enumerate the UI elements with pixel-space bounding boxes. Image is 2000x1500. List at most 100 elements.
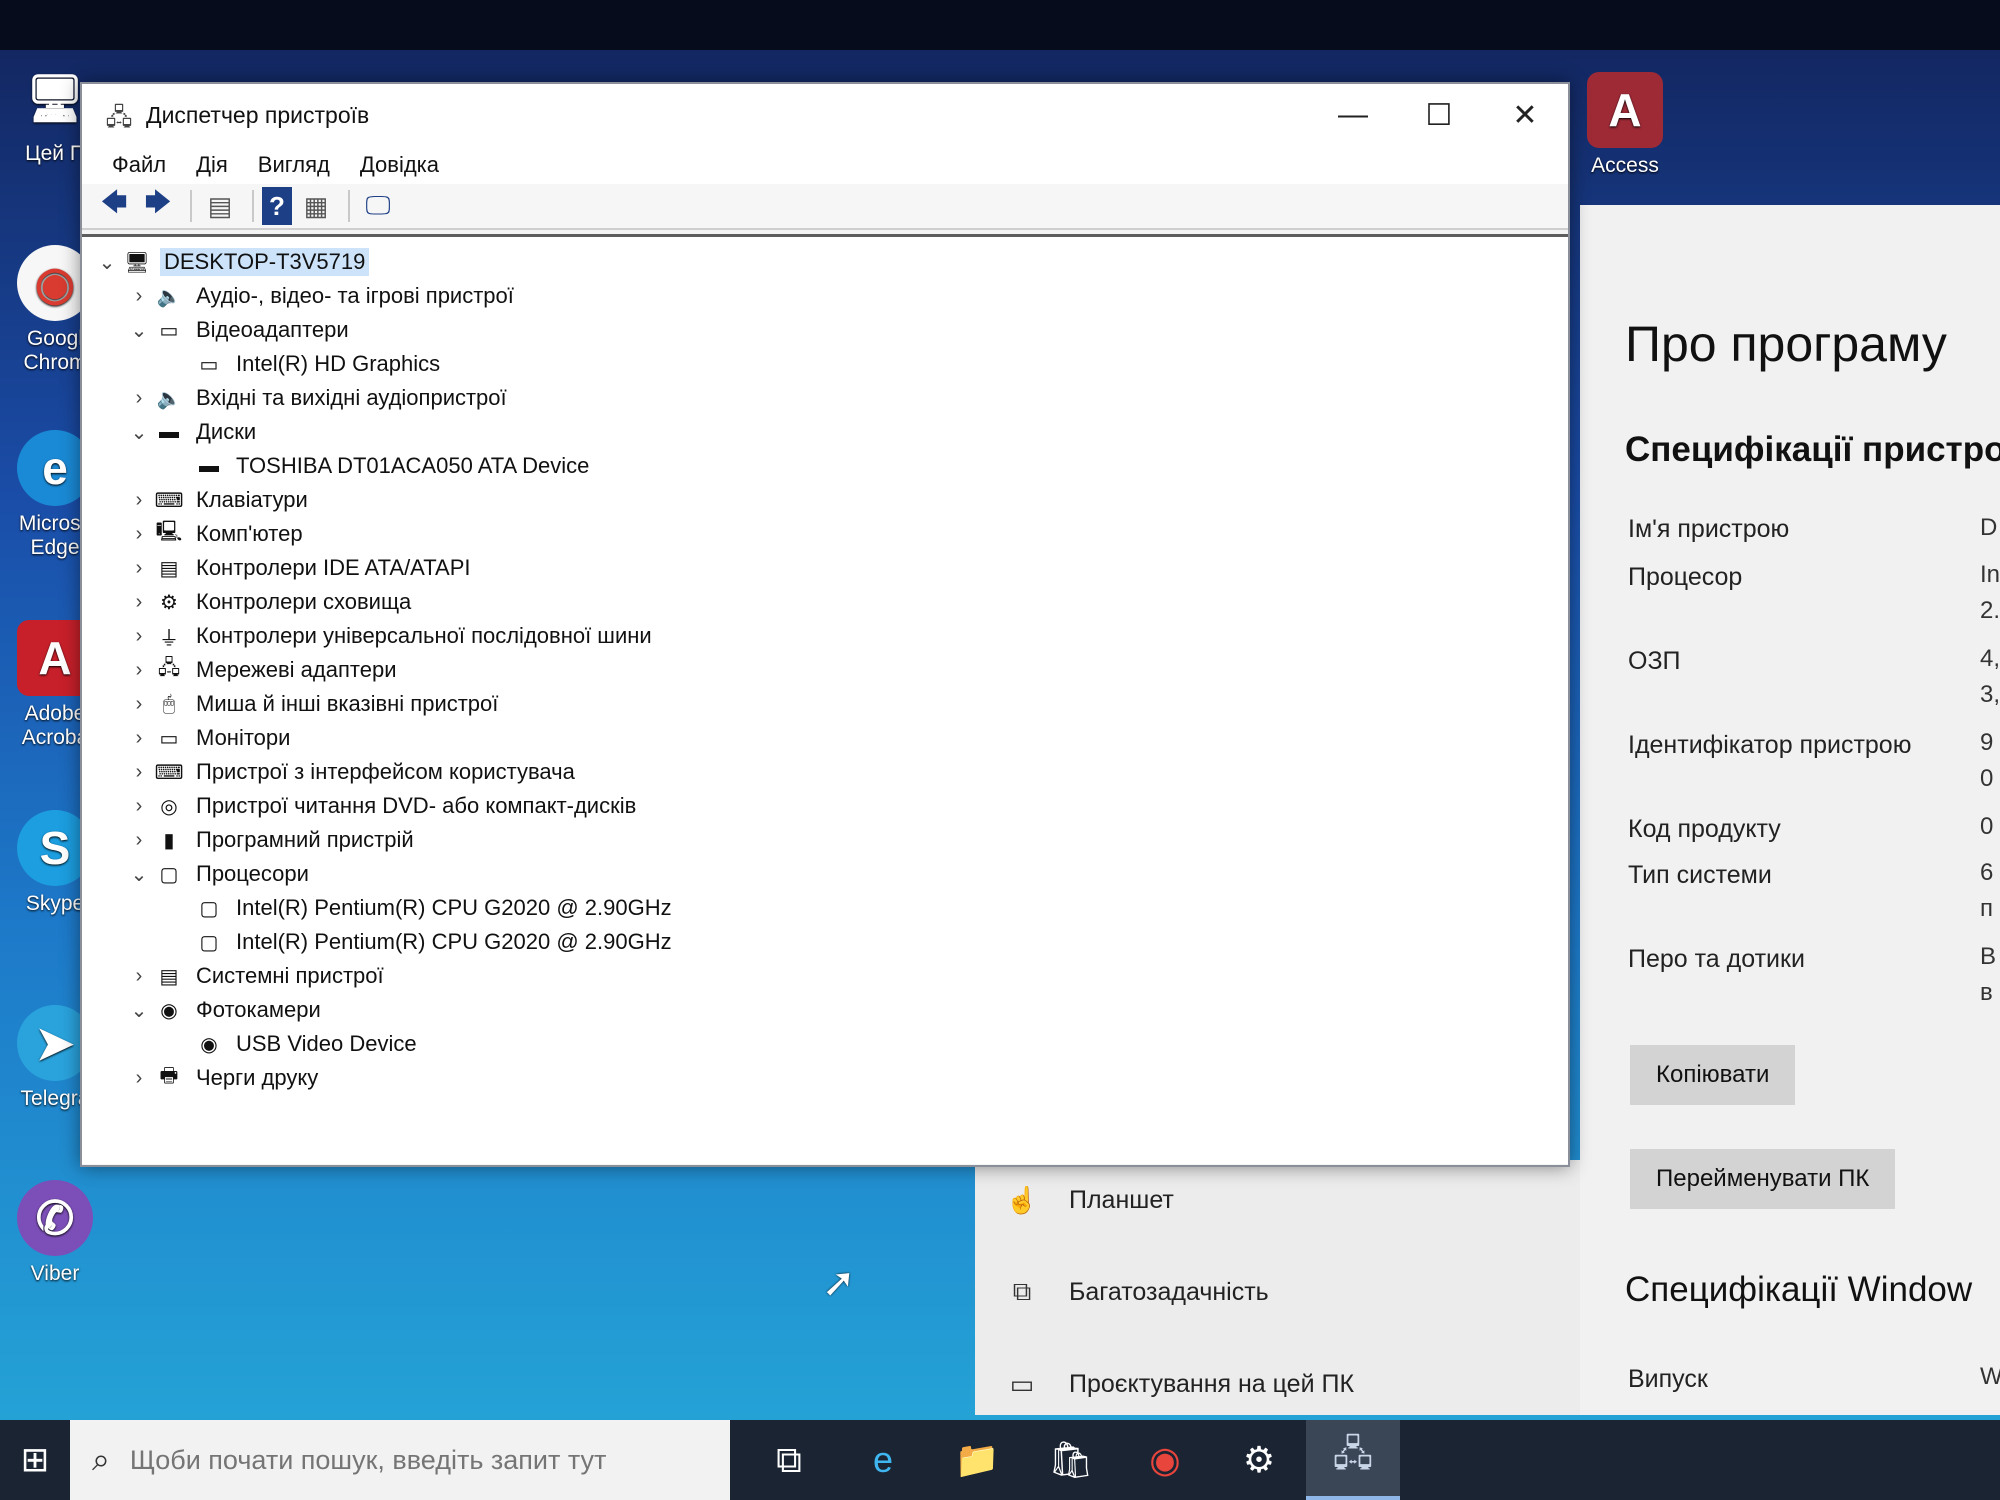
tree-category[interactable]: › ⌨ Клавіатури: [82, 483, 1568, 517]
menu-action[interactable]: Дія: [196, 152, 228, 178]
expand-chevron-icon[interactable]: ›: [128, 829, 150, 852]
title-bar[interactable]: 🖧 Диспетчер пристроїв — ☐ ✕: [82, 84, 1568, 146]
task-view-icon[interactable]: ⧉: [742, 1420, 836, 1500]
expand-chevron-icon[interactable]: ›: [128, 591, 150, 614]
tree-category[interactable]: ⌄ ▢ Процесори: [82, 857, 1568, 891]
mouse-cursor-icon: ➚: [822, 1261, 856, 1305]
expand-chevron-icon[interactable]: ›: [128, 795, 150, 818]
back-arrow-icon[interactable]: 🡄: [94, 187, 134, 225]
device-category-icon: 🖥: [124, 251, 150, 274]
tree-category[interactable]: ⌄ ▭ Відеоадаптери: [82, 313, 1568, 347]
tree-category[interactable]: › ⚙ Контролери сховища: [82, 585, 1568, 619]
spec-value-product-id: 0: [1980, 813, 1994, 840]
tree-category[interactable]: › ▭ Монітори: [82, 721, 1568, 755]
device-tree[interactable]: ⌄ 🖥 DESKTOP-T3V5719 › 🔈 Аудіо-, відео- та ігр…: [82, 234, 1568, 1164]
nav-item-label: Багатозадачність: [1069, 1277, 1269, 1306]
collapse-chevron-icon[interactable]: ⌄: [128, 420, 150, 445]
toolbar-separator: [348, 190, 350, 222]
expand-chevron-icon[interactable]: ›: [128, 387, 150, 410]
minimize-button[interactable]: —: [1310, 84, 1396, 146]
windows-start-icon[interactable]: ⊞: [0, 1420, 70, 1500]
tree-category[interactable]: › 🖱 Миша й інші вказівні пристрої: [82, 687, 1568, 721]
tree-category[interactable]: ⌄ ▬ Диски: [82, 415, 1568, 449]
tree-node-label: Процесори: [196, 861, 309, 886]
tree-device[interactable]: ◉ USB Video Device: [82, 1027, 1568, 1061]
device-manager-icon[interactable]: 🖧: [1306, 1420, 1400, 1500]
menu-view[interactable]: Вигляд: [258, 152, 330, 178]
expand-chevron-icon[interactable]: ›: [128, 285, 150, 308]
expand-chevron-icon[interactable]: ›: [128, 761, 150, 784]
chrome-icon[interactable]: ◉: [1118, 1420, 1212, 1500]
device-category-icon: 🔈: [156, 387, 182, 410]
tree-category[interactable]: › ◎ Пристрої читання DVD- або компакт-диск…: [82, 789, 1568, 823]
device-category-icon: ▢: [199, 897, 219, 920]
tree-category[interactable]: › 🖧 Мережеві адаптери: [82, 653, 1568, 687]
device-manager-window: 🖧 Диспетчер пристроїв — ☐ ✕ Файл Дія Виг…: [80, 82, 1570, 1167]
tree-device[interactable]: ▢ Intel(R) Pentium(R) CPU G2020 @ 2.90GHz: [82, 891, 1568, 925]
tree-root[interactable]: ⌄ 🖥 DESKTOP-T3V5719: [82, 245, 1568, 279]
rename-pc-button[interactable]: Перейменувати ПК: [1630, 1149, 1896, 1209]
nav-item-tablet[interactable]: ☝ Планшет: [1005, 1180, 1174, 1220]
tree-category[interactable]: › ▮ Програмний пристрій: [82, 823, 1568, 857]
collapse-chevron-icon[interactable]: ⌄: [128, 998, 150, 1023]
expand-chevron-icon[interactable]: ›: [128, 659, 150, 682]
expand-chevron-icon[interactable]: ›: [128, 1067, 150, 1090]
view-icon[interactable]: ▦: [296, 187, 336, 225]
tree-category[interactable]: ⌄ ◉ Фотокамери: [82, 993, 1568, 1027]
tree-category[interactable]: › ▤ Контролери IDE ATA/ATAPI: [82, 551, 1568, 585]
tree-category[interactable]: › 🖶 Черги друку: [82, 1061, 1568, 1095]
tree-node-label: Фотокамери: [196, 997, 321, 1022]
tree-category[interactable]: › ⌨ Пристрої з інтерфейсом користувача: [82, 755, 1568, 789]
desktop-icon-access[interactable]: A Access: [1570, 72, 1680, 178]
menu-help[interactable]: Довідка: [360, 152, 439, 178]
menu-file[interactable]: Файл: [112, 152, 166, 178]
collapse-chevron-icon[interactable]: ⌄: [128, 862, 150, 887]
expand-chevron-icon[interactable]: ›: [128, 557, 150, 580]
expand-chevron-icon[interactable]: ›: [128, 489, 150, 512]
tree-category[interactable]: › ⏚ Контролери універсальної послідовної ш…: [82, 619, 1568, 653]
expand-chevron-icon[interactable]: ›: [128, 727, 150, 750]
tree-device[interactable]: ▬ TOSHIBA DT01ACA050 ATA Device: [82, 449, 1568, 483]
tree-category[interactable]: › 🔈 Вхідні та вихідні аудіопристрої: [82, 381, 1568, 415]
desktop-icon-viber[interactable]: ✆ Viber: [0, 1180, 110, 1286]
copy-button[interactable]: Копіювати: [1630, 1045, 1796, 1105]
collapse-chevron-icon[interactable]: ⌄: [96, 250, 118, 275]
device-category-icon: ⏚: [159, 627, 179, 650]
help-icon[interactable]: ?: [262, 187, 292, 225]
expand-chevron-icon[interactable]: ›: [128, 693, 150, 716]
expand-chevron-icon[interactable]: ›: [128, 965, 150, 988]
tree-node-label: Контролери сховища: [196, 589, 412, 614]
tree-category[interactable]: › 🔈 Аудіо-, відео- та ігрові пристрої: [82, 279, 1568, 313]
search-input[interactable]: [129, 1444, 670, 1476]
taskbar-search[interactable]: ⌕: [70, 1420, 730, 1500]
forward-arrow-icon[interactable]: 🡆: [138, 187, 178, 225]
tablet-icon: ☝: [1005, 1184, 1039, 1215]
tree-node-label: Intel(R) HD Graphics: [236, 351, 441, 376]
toolbar-separator: [190, 190, 192, 222]
settings-icon[interactable]: ⚙: [1212, 1420, 1306, 1500]
nav-item-projecting[interactable]: ▭ Проєктування на цей ПК: [1005, 1364, 1354, 1404]
store-icon[interactable]: 🛍: [1024, 1420, 1118, 1500]
tree-node-label: Черги друку: [196, 1065, 319, 1090]
device-category-icon: ▤: [159, 965, 179, 988]
expand-chevron-icon[interactable]: ›: [128, 523, 150, 546]
tree-device[interactable]: ▭ Intel(R) HD Graphics: [82, 347, 1568, 381]
device-category-icon: ◎: [160, 795, 178, 818]
tree-device[interactable]: ▢ Intel(R) Pentium(R) CPU G2020 @ 2.90GHz: [82, 925, 1568, 959]
maximize-button[interactable]: ☐: [1396, 84, 1482, 146]
desktop-icon-label: Viber: [30, 1262, 80, 1285]
collapse-chevron-icon[interactable]: ⌄: [128, 318, 150, 343]
edge-icon[interactable]: e: [836, 1420, 930, 1500]
spec-label-pen-touch: Перо та дотики: [1628, 945, 1805, 973]
tree-category[interactable]: › 🖳 Комп'ютер: [82, 517, 1568, 551]
nav-item-multitasking[interactable]: ⧉ Багатозадачність: [1005, 1272, 1269, 1312]
close-button[interactable]: ✕: [1482, 84, 1568, 146]
monitor-icon[interactable]: 🖵: [358, 187, 398, 225]
tree-node-label: Вхідні та вихідні аудіопристрої: [196, 385, 507, 410]
spec-value-system-type: 6 п: [1980, 859, 1994, 922]
tree-category[interactable]: › ▤ Системні пристрої: [82, 959, 1568, 993]
file-explorer-icon[interactable]: 📁: [930, 1420, 1024, 1500]
expand-chevron-icon[interactable]: ›: [128, 625, 150, 648]
tree-node-label: Intel(R) Pentium(R) CPU G2020 @ 2.90GHz: [236, 895, 672, 920]
properties-icon[interactable]: ▤: [200, 187, 240, 225]
